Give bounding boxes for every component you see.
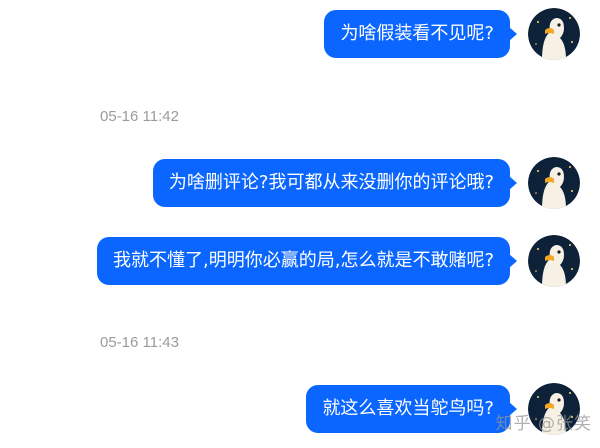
message-bubble[interactable]: 我就不懂了,明明你必赢的局,怎么就是不敢赌呢? (97, 237, 517, 285)
message-row: 为啥删评论?我可都从来没删你的评论哦? (152, 157, 580, 209)
timestamp: 05-16 11:42 (100, 108, 179, 125)
message-bubble[interactable]: 为啥假装看不见呢? (324, 10, 517, 58)
goose-avatar-icon[interactable] (528, 157, 580, 209)
goose-avatar-icon[interactable] (528, 8, 580, 60)
message-row: 我就不懂了,明明你必赢的局,怎么就是不敢赌呢? (97, 235, 580, 287)
message-bubble[interactable]: 就这么喜欢当鸵鸟吗? (306, 385, 517, 433)
message-row: 为啥假装看不见呢? (324, 8, 580, 60)
timestamp: 05-16 11:43 (100, 334, 179, 351)
watermark: 知乎 @张笑 (495, 414, 592, 434)
message-bubble[interactable]: 为啥删评论?我可都从来没删你的评论哦? (152, 159, 518, 207)
goose-avatar-icon[interactable] (528, 235, 580, 287)
chat-thread: 为啥假装看不见呢? 05-16 11:42 为啥删评论?我可都从来没删你的评论哦… (0, 0, 600, 448)
